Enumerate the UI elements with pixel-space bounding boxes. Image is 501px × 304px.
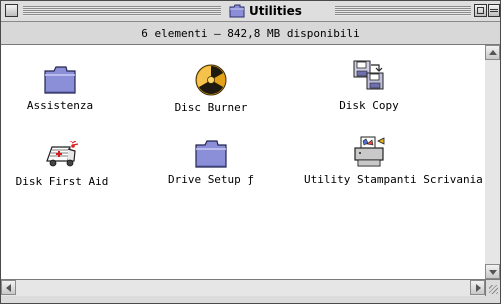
zoom-box[interactable] [474, 4, 487, 17]
disk-copy-icon [353, 60, 384, 90]
down-arrow-icon [489, 270, 497, 275]
title-stripes-left [23, 6, 221, 16]
icon-view[interactable]: Assistenza Disc Burner Disk Copy Disk Fi… [1, 45, 486, 279]
item-disk-first-aid[interactable]: Disk First Aid [0, 141, 127, 188]
item-disk-copy[interactable]: Disk Copy [304, 59, 434, 112]
info-bar-text: 6 elementi – 842,8 MB disponibili [141, 26, 360, 40]
scroll-up-arrow[interactable] [485, 45, 500, 60]
scroll-down-arrow[interactable] [485, 264, 500, 279]
title-bar[interactable]: Utilities [1, 1, 500, 22]
window-title: Utilities [223, 2, 308, 20]
folder-icon [229, 4, 245, 18]
item-assistenza[interactable]: Assistenza [0, 65, 125, 112]
resize-grow-box[interactable] [485, 279, 500, 296]
up-arrow-icon [489, 50, 497, 55]
item-label: Disk First Aid [15, 175, 109, 188]
horizontal-scrollbar[interactable] [1, 279, 485, 296]
close-box[interactable] [5, 4, 18, 17]
item-drive-setup[interactable]: Drive Setup ƒ [146, 139, 276, 186]
item-label: Drive Setup ƒ [167, 173, 255, 186]
item-label: Assistenza [26, 99, 94, 112]
printer-icon [354, 136, 385, 167]
info-bar: 6 elementi – 842,8 MB disponibili [1, 22, 500, 45]
collapse-box[interactable] [488, 4, 500, 17]
ambulance-icon [46, 141, 79, 167]
window-title-text: Utilities [249, 4, 302, 18]
finder-window: Utilities 6 elementi – 842,8 MB disponib… [0, 0, 501, 304]
folder-icon [195, 140, 227, 168]
item-label: Disk Copy [339, 99, 399, 112]
item-disc-burner[interactable]: Disc Burner [146, 63, 276, 114]
vertical-scrollbar[interactable] [485, 45, 500, 279]
scroll-left-arrow[interactable] [1, 280, 16, 295]
right-arrow-icon [476, 284, 481, 292]
scroll-right-arrow[interactable] [470, 280, 485, 295]
item-label: Utility Stampanti Scrivania [304, 173, 483, 186]
radiation-disc-icon [195, 64, 227, 96]
item-label: Disc Burner [174, 101, 248, 114]
title-stripes-right [335, 6, 471, 16]
item-utility-stampanti-scrivania[interactable]: Utility Stampanti Scrivania [304, 135, 483, 186]
left-arrow-icon [6, 284, 11, 292]
folder-icon [44, 66, 76, 94]
